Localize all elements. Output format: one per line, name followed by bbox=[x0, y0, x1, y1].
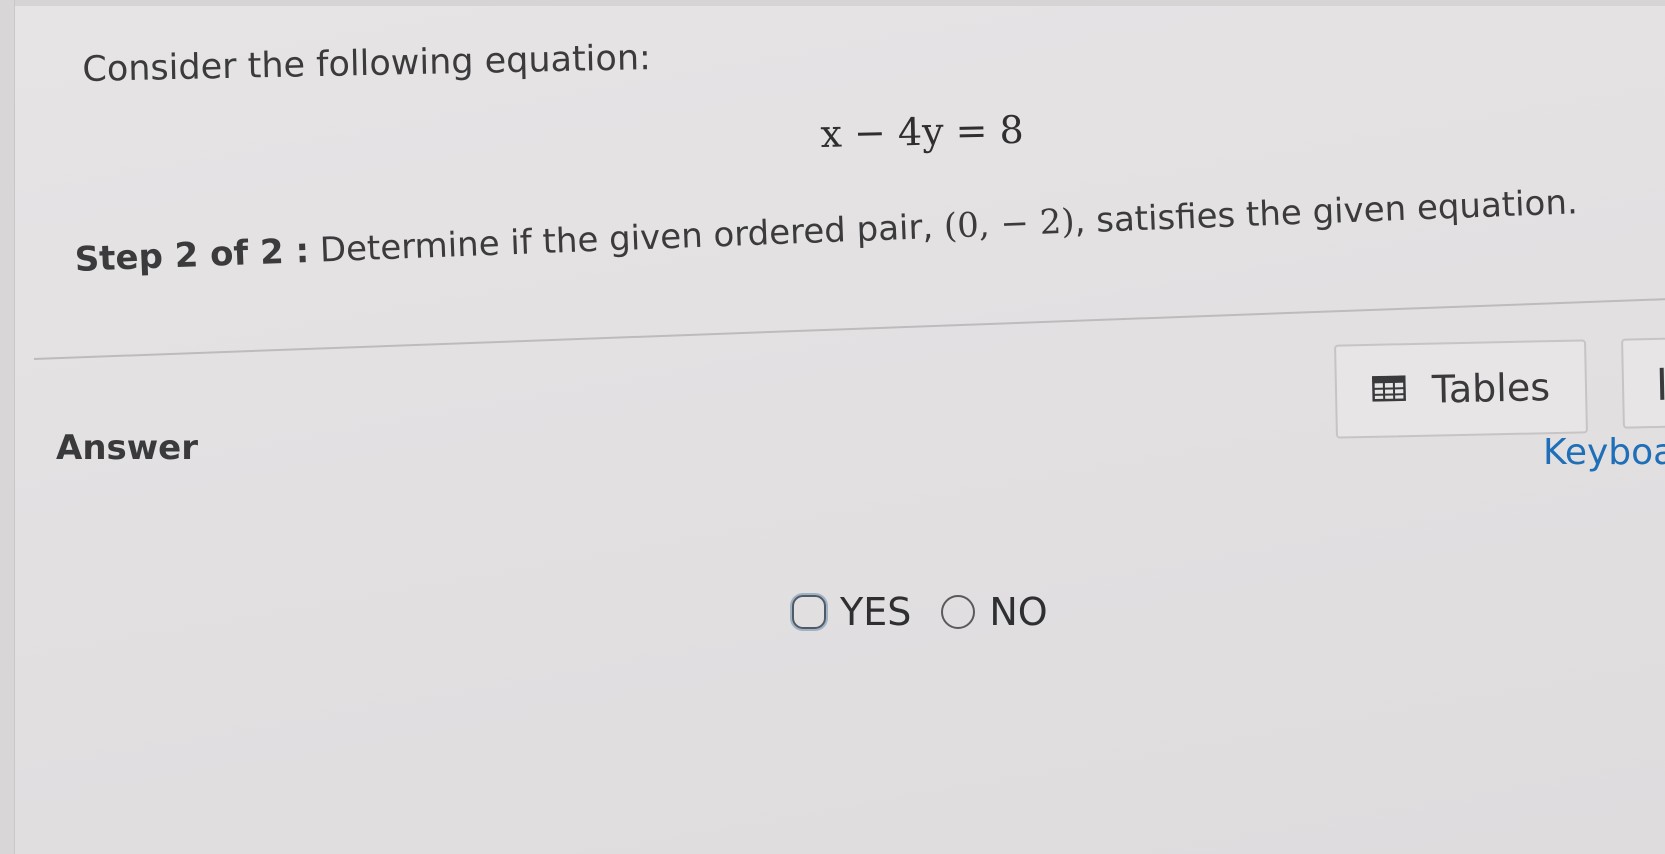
tables-button[interactable]: Tables bbox=[1334, 339, 1588, 439]
option-yes[interactable]: YES bbox=[792, 590, 911, 634]
table-grid-icon bbox=[1371, 375, 1407, 406]
answer-options: YES NO bbox=[792, 590, 1048, 634]
option-no-label: NO bbox=[989, 590, 1048, 634]
toolbar-button-partial[interactable] bbox=[1621, 337, 1665, 429]
left-edge bbox=[0, 0, 15, 854]
tables-button-label: Tables bbox=[1431, 365, 1551, 412]
radio-yes[interactable] bbox=[792, 595, 826, 629]
ordered-pair: (0, − 2) bbox=[943, 201, 1076, 247]
option-yes-label: YES bbox=[840, 590, 912, 634]
keyboard-shortcuts-link[interactable]: Keyboa bbox=[1543, 432, 1665, 473]
answer-label: Answer bbox=[56, 428, 198, 468]
page: Consider the following equation: x − 4y … bbox=[0, 0, 1665, 854]
radio-no[interactable] bbox=[941, 595, 976, 629]
equation: x − 4y = 8 bbox=[820, 107, 1025, 156]
partial-icon bbox=[1659, 367, 1665, 400]
option-no[interactable]: NO bbox=[941, 590, 1048, 634]
top-edge bbox=[0, 0, 1665, 6]
